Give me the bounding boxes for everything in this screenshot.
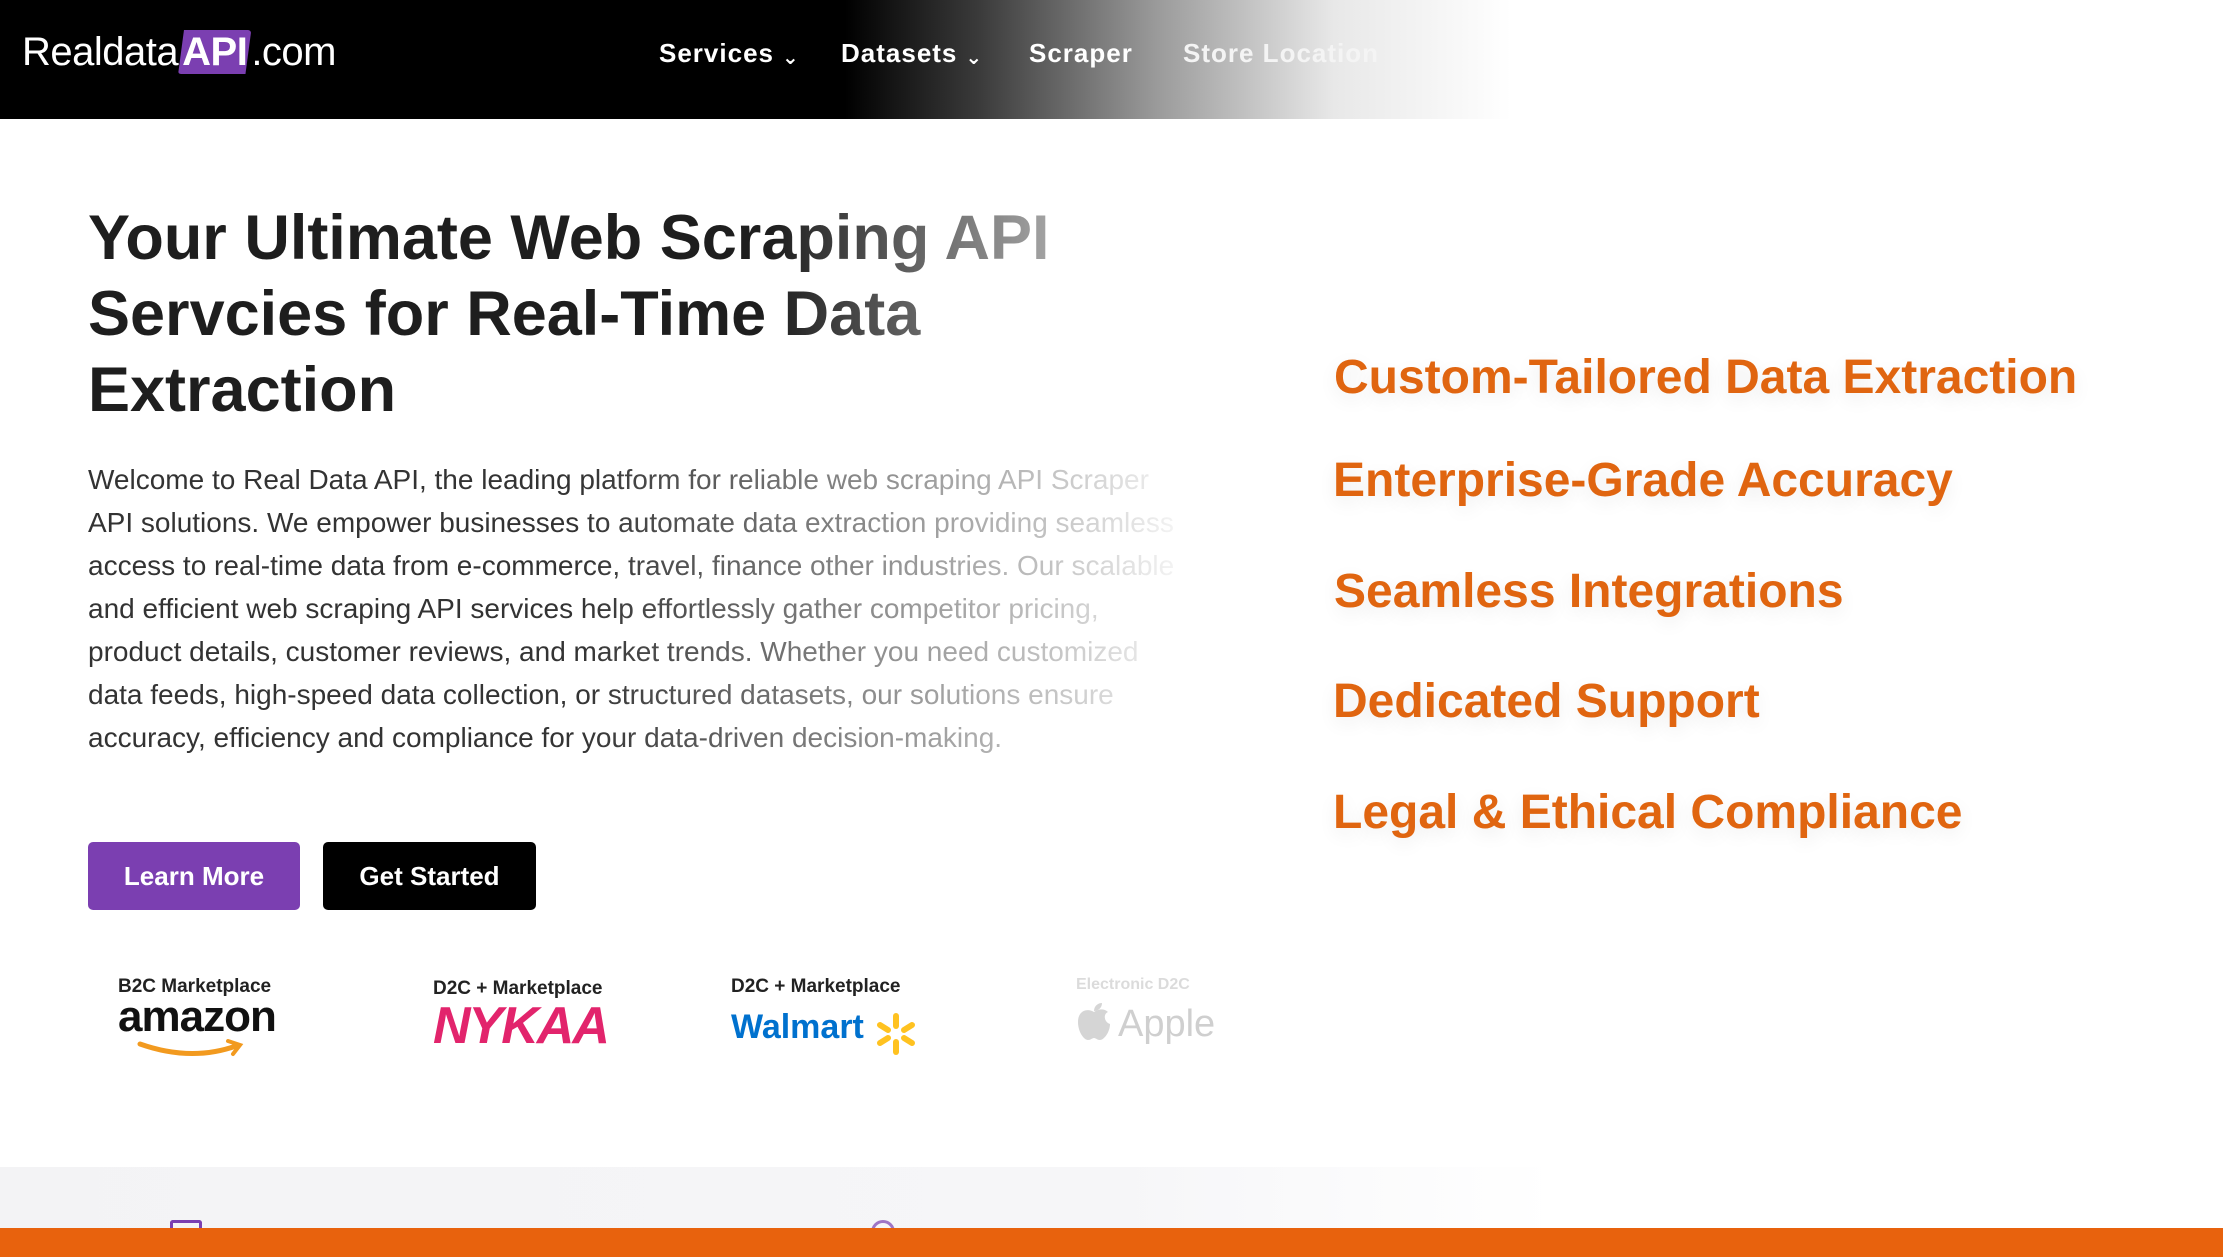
brand-caption: D2C + Marketplace <box>731 976 901 997</box>
top-navigation-bar: Realdata API .com Services ⌄ Datasets ⌄ Scra… <box>0 0 2223 119</box>
bottom-accent-strip <box>0 1228 2223 1257</box>
get-started-button[interactable]: Get Started <box>323 842 536 910</box>
brand-caption: Electronic D2C <box>1076 976 1190 993</box>
amazon-smile-icon <box>137 1039 244 1056</box>
brand-amazon: B2C Marketplace amazon <box>118 976 277 1056</box>
walmart-logo: Walmart <box>731 1008 864 1046</box>
amazon-logo: amazon <box>118 992 277 1041</box>
chevron-down-icon: ⌄ <box>965 47 984 69</box>
chevron-down-icon: ⌄ <box>781 47 800 69</box>
learn-more-button[interactable]: Learn More <box>88 842 300 910</box>
nav-scraper-label: Scraper <box>1029 38 1133 68</box>
nav-store-location[interactable]: Store Location <box>1183 38 1379 69</box>
brand-walmart: D2C + Marketplace Walmart <box>731 976 918 1056</box>
logo-api: API <box>178 30 252 74</box>
feature-item: Seamless Integrations <box>1334 565 1844 618</box>
nav-store-location-label: Store Location <box>1183 38 1380 68</box>
feature-item: Enterprise-Grade Accuracy <box>1333 454 1953 507</box>
nav-datasets-label: Datasets <box>841 38 958 68</box>
nav-datasets[interactable]: Datasets ⌄ <box>841 38 983 69</box>
nykaa-logo: NYKAA <box>433 997 610 1055</box>
nav-services-label: Services <box>659 38 774 68</box>
hero-title: Your Ultimate Web Scraping API Servcies … <box>88 203 1050 425</box>
next-section-band <box>0 1167 2223 1230</box>
brand-nykaa: D2C + Marketplace NYKAA <box>433 978 610 1056</box>
brand-apple: Electronic D2C Apple <box>1076 976 1215 1046</box>
apple-icon <box>1078 1003 1110 1040</box>
apple-brand-name: Apple <box>1118 1003 1216 1045</box>
apple-logo: Apple <box>1076 1002 1215 1046</box>
feature-item: Dedicated Support <box>1333 675 1760 728</box>
feature-item: Legal & Ethical Compliance <box>1333 786 1963 839</box>
logo-suffix: .com <box>251 30 336 74</box>
walmart-spark-icon <box>877 1012 916 1055</box>
logo-prefix: Realdata <box>22 30 179 74</box>
feature-item: Custom-Tailored Data Extraction <box>1334 351 2078 404</box>
hero-description: Welcome to Real Data API, the leading pl… <box>88 464 1175 753</box>
nav-services[interactable]: Services ⌄ <box>659 38 800 69</box>
nav-scraper[interactable]: Scraper <box>1029 38 1133 69</box>
site-logo[interactable]: Realdata API .com <box>22 30 336 75</box>
